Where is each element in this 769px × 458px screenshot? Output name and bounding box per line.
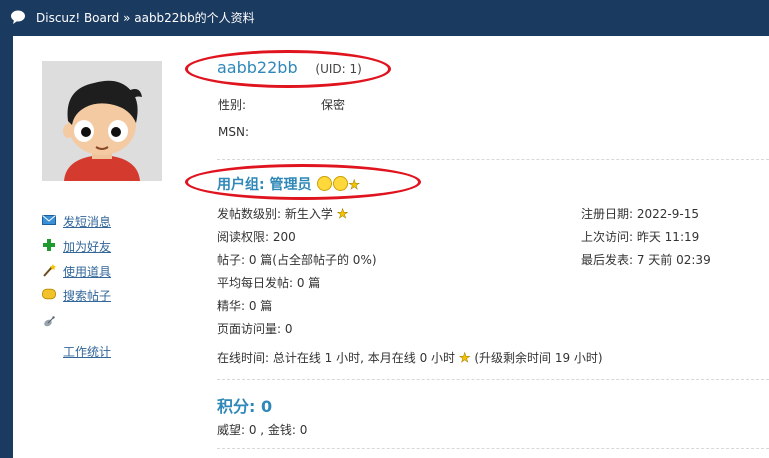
msn-label: MSN: <box>218 125 249 139</box>
satellite-icon <box>44 316 55 327</box>
online-time-text: 在线时间: 总计在线 1 小时, 本月在线 0 小时 <box>217 351 456 365</box>
read-permission: 阅读权限: 200 <box>217 230 296 244</box>
divider <box>217 379 769 380</box>
score-title: 积分: 0 <box>217 397 273 416</box>
smiley-icon <box>333 176 349 191</box>
add-friend-icon <box>43 239 55 251</box>
uid: (UID: 1) <box>315 62 362 76</box>
work-stats-link[interactable]: 工作统计 <box>63 343 111 360</box>
user-group-title: 用户组: 管理员 <box>217 177 312 193</box>
top-bar: Discuz! Board » aabb22bb的个人资料 <box>0 0 769 36</box>
post-count: 帖子: 0 篇(占全部帖子的 0%) <box>217 253 377 267</box>
divider <box>217 159 769 160</box>
magic-wand-icon <box>43 264 56 277</box>
username: aabb22bb <box>217 58 298 77</box>
online-time: 在线时间: 总计在线 1 小时, 本月在线 0 小时 ★ (升级剩余时间 19 … <box>217 349 603 367</box>
post-level: 发帖数级别: 新生入学 ★ <box>217 205 349 223</box>
send-message-link[interactable]: 发短消息 <box>63 213 111 230</box>
avatar <box>42 61 162 181</box>
divider <box>217 448 769 449</box>
star-icon: ★ <box>336 207 349 223</box>
post-level-text: 发帖数级别: 新生入学 <box>217 207 333 221</box>
last-visit: 上次访问: 昨天 11:19 <box>581 230 700 244</box>
star-icon: ★ <box>458 351 471 367</box>
score-details: 威望: 0 , 金钱: 0 <box>217 423 308 437</box>
chat-bubble-icon[interactable] <box>10 10 26 24</box>
star-icon: ★ <box>348 178 361 194</box>
breadcrumb-current-page: aabb22bb的个人资料 <box>134 11 255 25</box>
search-posts-link[interactable]: 搜索帖子 <box>63 287 111 304</box>
gender-label: 性别: <box>218 98 247 112</box>
registration-date: 注册日期: 2022-9-15 <box>581 207 699 221</box>
gender-value: 保密 <box>321 98 346 112</box>
average-daily-posts: 平均每日发帖: 0 篇 <box>217 276 321 290</box>
page-views: 页面访问量: 0 <box>217 322 293 336</box>
digest-count: 精华: 0 篇 <box>217 299 273 313</box>
breadcrumb: Discuz! Board » aabb22bb的个人资料 <box>36 10 255 26</box>
last-post: 最后发表: 7 天前 02:39 <box>581 253 711 267</box>
mail-icon <box>42 215 56 225</box>
search-posts-icon <box>42 288 56 300</box>
breadcrumb-separator: » <box>123 11 131 25</box>
use-props-link[interactable]: 使用道具 <box>63 263 111 280</box>
profile-panel: 发短消息 加为好友 使用道具 搜索帖子 工作统计 aabb22bb (UID: … <box>13 36 769 458</box>
user-group: 用户组: 管理员 ★ <box>217 174 360 194</box>
cartoon-avatar-icon <box>42 61 162 181</box>
add-friend-link[interactable]: 加为好友 <box>63 238 111 255</box>
username-row: aabb22bb (UID: 1) <box>217 58 362 77</box>
smiley-icon <box>317 176 333 191</box>
upgrade-remaining: (升级剩余时间 19 小时) <box>474 351 603 365</box>
breadcrumb-site-link[interactable]: Discuz! Board <box>36 11 119 25</box>
